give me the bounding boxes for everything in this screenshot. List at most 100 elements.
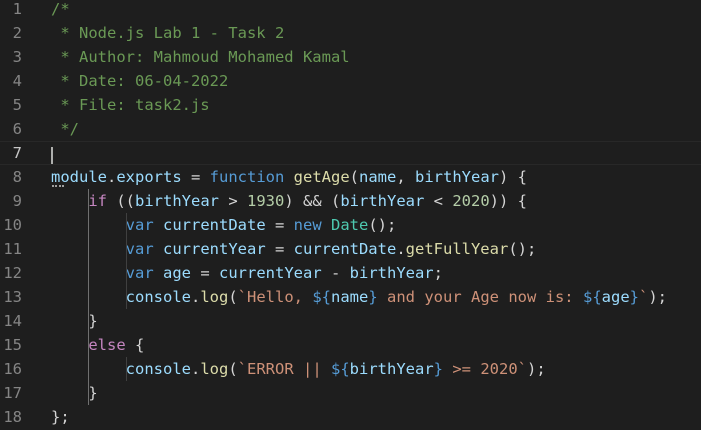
- code-token: * File: task2.js: [51, 96, 210, 114]
- code-token: );: [648, 288, 668, 306]
- code-line[interactable]: 13 console.log(`Hello, ${name} and your …: [0, 285, 701, 309]
- code-token: birthYear: [349, 264, 434, 282]
- code-text: var currentDate = new Date();: [51, 213, 397, 237]
- code-line[interactable]: 3 * Author: Mahmoud Mohamed Kamal: [0, 45, 701, 69]
- code-token: Date: [331, 216, 369, 234]
- code-line[interactable]: 4 * Date: 06-04-2022: [0, 69, 701, 93]
- code-token: .: [396, 240, 406, 258]
- code-line[interactable]: 16 console.log(`ERROR || ${birthYear} >=…: [0, 357, 701, 381]
- code-token: 1930: [247, 192, 285, 210]
- line-number: 12: [3, 264, 22, 282]
- code-text: if ((birthYear > 1930) && (birthYear < 2…: [51, 189, 527, 213]
- code-token: ${: [582, 288, 602, 306]
- code-token: >= 2020: [443, 360, 518, 378]
- line-number: 16: [3, 360, 22, 378]
- code-token: =: [265, 216, 294, 234]
- code-token: }: [629, 288, 639, 306]
- code-token: `: [639, 288, 649, 306]
- code-token: else: [88, 336, 126, 354]
- code-line[interactable]: 2 * Node.js Lab 1 - Task 2: [0, 21, 701, 45]
- code-token: ;: [433, 264, 443, 282]
- code-token: var: [125, 264, 154, 282]
- code-line[interactable]: 12 var age = currentYear - birthYear;: [0, 261, 701, 285]
- code-token: var: [125, 240, 154, 258]
- code-line[interactable]: 10 var currentDate = new Date();: [0, 213, 701, 237]
- code-line[interactable]: 5 * File: task2.js: [0, 93, 701, 117]
- code-token: (: [228, 288, 238, 306]
- code-token: `ERROR ||: [237, 360, 331, 378]
- code-token: .: [190, 288, 201, 306]
- code-text: */: [51, 117, 79, 141]
- code-token: birthYear: [349, 360, 434, 378]
- code-token: -: [321, 264, 350, 282]
- code-text: * Author: Mahmoud Mohamed Kamal: [51, 45, 350, 69]
- code-token: and your Age now is:: [377, 288, 583, 306]
- code-token: =: [181, 168, 210, 186]
- code-line[interactable]: 6 */: [0, 117, 701, 141]
- code-line[interactable]: 7: [0, 141, 701, 165]
- code-token: function: [209, 168, 285, 186]
- code-token: =: [265, 240, 294, 258]
- code-token: `: [517, 360, 528, 378]
- code-text: * File: task2.js: [51, 93, 210, 117]
- code-token: ();: [368, 216, 397, 234]
- code-token: console: [125, 288, 191, 306]
- line-number: 15: [3, 336, 22, 354]
- code-token: /*: [51, 0, 70, 18]
- code-text: }: [51, 381, 97, 405]
- code-token: );: [527, 360, 546, 378]
- code-line[interactable]: 15 else {: [0, 333, 701, 357]
- code-token: (: [349, 168, 360, 186]
- code-text: }: [51, 309, 98, 333]
- code-line[interactable]: 1 /*: [0, 0, 701, 21]
- code-token: ) {: [499, 168, 528, 186]
- code-token: console: [125, 360, 191, 378]
- code-text: else {: [51, 333, 144, 357]
- line-number: 3: [12, 48, 22, 66]
- code-token: getFullYear: [405, 240, 509, 258]
- code-line[interactable]: 8 module.exports = function getAge(name, …: [0, 165, 701, 189]
- indent-guide: [88, 189, 90, 405]
- code-token: exports: [116, 168, 182, 186]
- code-token: }: [51, 312, 98, 330]
- code-text: var age = currentYear - birthYear;: [51, 261, 443, 285]
- code-token: }: [368, 288, 378, 306]
- code-token: currentYear: [163, 240, 266, 258]
- code-line[interactable]: 14 }: [0, 309, 701, 333]
- indent-guide: [125, 213, 127, 309]
- line-number: 9: [12, 192, 22, 210]
- code-token: * Node.js Lab 1 - Task 2: [51, 24, 285, 42]
- indent-guide: [125, 357, 127, 381]
- code-token: ,: [396, 168, 416, 186]
- code-token: 2020: [452, 192, 490, 210]
- code-line[interactable]: 18};: [0, 405, 701, 429]
- code-token: * Author: Mahmoud Mohamed Kamal: [51, 48, 350, 66]
- code-token: =: [191, 264, 219, 282]
- code-line[interactable]: 9 if ((birthYear > 1930) && (birthYear <…: [0, 189, 701, 213]
- code-token: };: [51, 408, 70, 426]
- code-text: * Node.js Lab 1 - Task 2: [51, 21, 284, 45]
- code-editor[interactable]: 1/* 2 * Node.js Lab 1 - Task 23 * Author:…: [0, 0, 701, 430]
- code-token: ();: [508, 240, 537, 258]
- line-number: 8: [12, 168, 22, 186]
- code-line[interactable]: 11 var currentYear = currentDate.getFull…: [0, 237, 701, 261]
- code-token: */: [51, 120, 79, 138]
- code-line[interactable]: 17 }: [0, 381, 701, 405]
- code-token: .: [190, 360, 201, 378]
- code-token: log: [200, 360, 229, 378]
- line-number: 13: [3, 288, 22, 306]
- code-token: }: [433, 360, 444, 378]
- code-token: >: [219, 192, 247, 210]
- code-token: )) {: [489, 192, 527, 210]
- code-text: };: [51, 405, 70, 429]
- code-token: new: [293, 216, 322, 234]
- code-token: birthYear: [340, 192, 425, 210]
- code-token: currentYear: [219, 264, 322, 282]
- code-token: ) && (: [284, 192, 341, 210]
